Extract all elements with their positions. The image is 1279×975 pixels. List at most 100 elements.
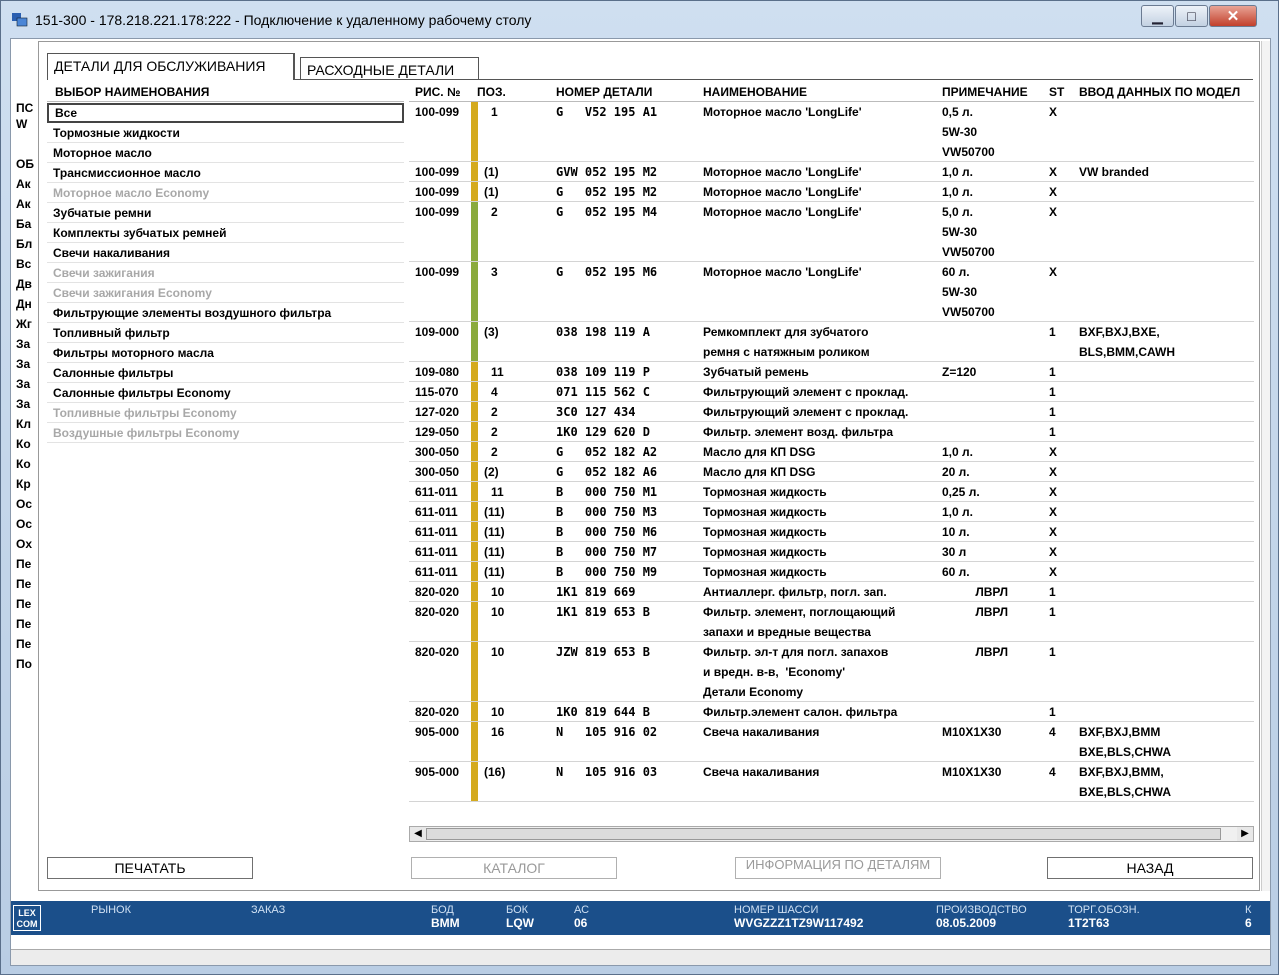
cell-st: X	[1049, 165, 1058, 179]
cell-note: 5,0 л.	[942, 205, 973, 219]
status-label: ЗАКАЗ	[251, 904, 286, 916]
table-row[interactable]: 611-011 (11) B 000 750 M6 Тормозная жидкост…	[409, 522, 1254, 542]
table-row[interactable]: 300-050 (2) G 052 182 A6 Масло для КП DSG 20…	[409, 462, 1254, 482]
table-row[interactable]: 820-020 10 1K0 819 644 B Фильтр.элемент сал…	[409, 702, 1254, 722]
cell-part: G 052 182 A6	[556, 465, 658, 479]
scroll-right-icon[interactable]: ▶	[1237, 827, 1253, 841]
table-row[interactable]: 905-000 16 N 105 916 02 Свеча накаливания M1…	[409, 722, 1254, 762]
category-item[interactable]: Фильтры моторного масла	[47, 343, 404, 363]
status-label: НОМЕР ШАССИ	[734, 904, 819, 916]
category-item[interactable]: Топливные фильтры Economy	[47, 403, 404, 423]
catalog-button[interactable]: КАТАЛОГ	[411, 857, 617, 879]
tab-consumable-parts[interactable]: РАСХОДНЫЕ ДЕТАЛИ	[300, 57, 479, 80]
table-row[interactable]: 820-020 10 1K1 819 669 Антиаллерг. фильтр, …	[409, 582, 1254, 602]
cell-name: Тормозная жидкость	[703, 545, 827, 559]
cell-pos: 1	[491, 105, 498, 119]
table-row[interactable]: 109-080 11 038 109 119 P Зубчатый ремень Z=1…	[409, 362, 1254, 382]
cell-st: 1	[1049, 365, 1056, 379]
table-row[interactable]: 611-011 11 B 000 750 M1 Тормозная жидкость 0…	[409, 482, 1254, 502]
cell-fig: 100-099	[415, 265, 460, 279]
category-item[interactable]: Трансмиссионное масло	[47, 163, 404, 183]
status-label: ПРОИЗВОДСТВО	[936, 904, 1027, 916]
cell-st: 4	[1049, 725, 1056, 739]
back-button[interactable]: НАЗАД	[1047, 857, 1253, 879]
status-label: ТОРГ.ОБОЗН.	[1068, 904, 1140, 916]
cell-model: BLS,BMM,CAWH	[1079, 345, 1175, 359]
category-item[interactable]: Зубчатые ремни	[47, 203, 404, 223]
horizontal-scrollbar[interactable]: ◀ ▶	[409, 826, 1254, 842]
category-item[interactable]: Свечи зажигания Economy	[47, 283, 404, 303]
cell-part: G V52 195 A1	[556, 105, 658, 119]
cell-name: Антиаллерг. фильтр, погл. зап.	[703, 585, 887, 599]
cell-model: BXE,BLS,CHWA	[1079, 785, 1172, 799]
table-row[interactable]: 820-020 10 1K1 819 653 B Фильтр. элемент, п…	[409, 602, 1254, 642]
table-row[interactable]: 100-099 1 G V52 195 A1 Моторное масло 'Long…	[409, 102, 1254, 162]
table-row[interactable]: 611-011 (11) B 000 750 M7 Тормозная жидкост…	[409, 542, 1254, 562]
category-item[interactable]: Топливный фильтр	[47, 323, 404, 343]
category-item[interactable]: Свечи накаливания	[47, 243, 404, 263]
table-row[interactable]: 127-020 2 3C0 127 434 Фильтрующий элемент с…	[409, 402, 1254, 422]
category-item[interactable]: Фильтрующие элементы воздушного фильтра	[47, 303, 404, 323]
cell-part: JZW 819 653 B	[556, 645, 650, 659]
category-item[interactable]: Свечи зажигания	[47, 263, 404, 283]
table-row[interactable]: 300-050 2 G 052 182 A2 Масло для КП DSG 1,0 …	[409, 442, 1254, 462]
vertical-scrollbar[interactable]	[1261, 41, 1270, 891]
category-item[interactable]: Все	[47, 103, 404, 123]
table-row[interactable]: 100-099 3 G 052 195 M6 Моторное масло 'Long…	[409, 262, 1254, 322]
col-part: НОМЕР ДЕТАЛИ	[556, 85, 653, 99]
maximize-button[interactable]: □	[1175, 5, 1208, 27]
print-button[interactable]: ПЕЧАТАТЬ	[47, 857, 253, 879]
cell-name: Тормозная жидкость	[703, 565, 827, 579]
scroll-left-icon[interactable]: ◀	[410, 827, 426, 841]
table-row[interactable]: 611-011 (11) B 000 750 M3 Тормозная жидкост…	[409, 502, 1254, 522]
cell-fig: 820-020	[415, 705, 460, 719]
category-item[interactable]: Комплекты зубчатых ремней	[47, 223, 404, 243]
category-color-bar	[471, 262, 478, 321]
cell-name: Масло для КП DSG	[703, 465, 816, 479]
cell-st: 1	[1049, 325, 1056, 339]
cell-fig: 300-050	[415, 465, 460, 479]
category-color-bar	[471, 542, 478, 561]
category-item[interactable]: Тормозные жидкости	[47, 123, 404, 143]
category-item[interactable]: Моторное масло	[47, 143, 404, 163]
category-item[interactable]: Салонные фильтры Economy	[47, 383, 404, 403]
cell-model: VW branded	[1079, 165, 1150, 179]
cell-pos: 2	[491, 425, 498, 439]
col-note: ПРИМЕЧАНИЕ	[942, 85, 1028, 99]
cell-fig: 611-011	[415, 485, 458, 499]
title-bar[interactable]: 151-300 - 178.218.221.178:222 - Подключе…	[1, 1, 1278, 37]
cell-st: X	[1049, 565, 1058, 579]
cell-st: X	[1049, 205, 1058, 219]
category-item[interactable]: Моторное масло Economy	[47, 183, 404, 203]
status-bar: LEX COM РЫНОК ЗАКАЗ БОД BMM БОК LQW АС 06 НОМЕР …	[11, 901, 1270, 935]
category-color-bar	[471, 482, 478, 501]
parts-info-button[interactable]: ИНФОРМАЦИЯ ПО ДЕТАЛЯМ	[735, 857, 941, 879]
scroll-thumb[interactable]	[426, 828, 1221, 840]
table-row[interactable]: 115-070 4 071 115 562 C Фильтрующий элемент…	[409, 382, 1254, 402]
status-value: 06	[574, 916, 588, 930]
col-pos: ПОЗ.	[477, 85, 506, 99]
table-row[interactable]: 109-000 (3) 038 198 119 A Ремкомплект для з…	[409, 322, 1254, 362]
status-label: БОД	[431, 904, 454, 916]
tab-service-parts[interactable]: ДЕТАЛИ ДЛЯ ОБСЛУЖИВАНИЯ	[47, 53, 295, 80]
category-item[interactable]: Салонные фильтры	[47, 363, 404, 383]
table-row[interactable]: 820-020 10 JZW 819 653 B Фильтр. эл-т для п…	[409, 642, 1254, 702]
minimize-button[interactable]: ▁	[1141, 5, 1174, 27]
table-row[interactable]: 129-050 2 1K0 129 620 D Фильтр. элемент воз…	[409, 422, 1254, 442]
cell-note: ЛВРЛ	[942, 645, 1009, 659]
table-row[interactable]: 100-099 2 G 052 195 M4 Моторное масло 'Long…	[409, 202, 1254, 262]
table-body: 100-099 1 G V52 195 A1 Моторное масло 'Long…	[409, 102, 1254, 802]
cell-model: BXF,BXJ,BMM	[1079, 725, 1161, 739]
cell-pos: 10	[491, 585, 505, 599]
bottom-scrollbar[interactable]	[11, 949, 1270, 965]
cell-note: VW50700	[942, 245, 995, 259]
table-row[interactable]: 100-099 (1) GVW 052 195 M2 Моторное масло '…	[409, 162, 1254, 182]
table-row[interactable]: 905-000 (16) N 105 916 03 Свеча накаливания…	[409, 762, 1254, 802]
table-row[interactable]: 100-099 (1) G 052 195 M2 Моторное масло 'Lo…	[409, 182, 1254, 202]
close-button[interactable]: ✕	[1209, 5, 1257, 27]
category-item[interactable]: Воздушные фильтры Economy	[47, 423, 404, 443]
cell-st: 1	[1049, 605, 1056, 619]
cell-fig: 820-020	[415, 645, 460, 659]
table-row[interactable]: 611-011 (11) B 000 750 M9 Тормозная жидкост…	[409, 562, 1254, 582]
cell-fig: 820-020	[415, 605, 460, 619]
